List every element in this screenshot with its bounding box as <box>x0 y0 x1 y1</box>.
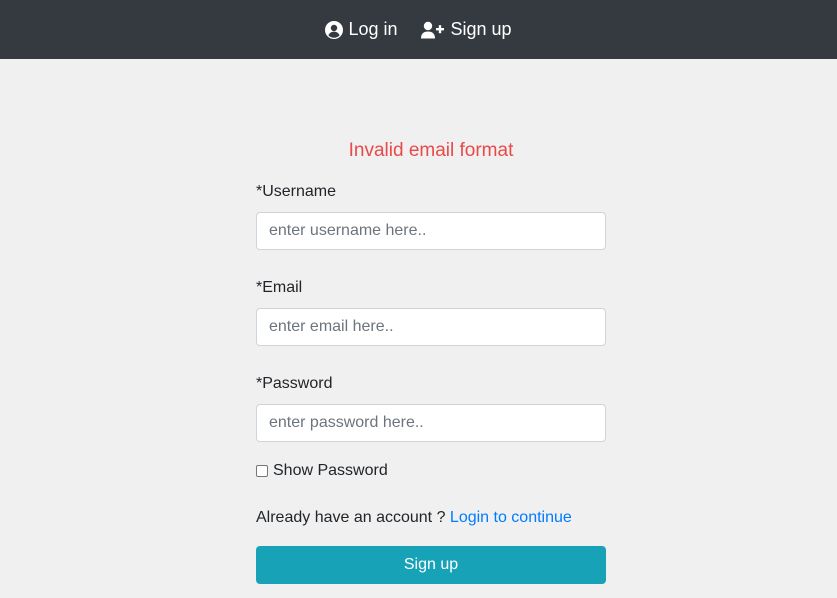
nav-login-label: Log in <box>348 19 398 39</box>
email-label: *Email <box>256 279 303 296</box>
account-prompt-line: Already have an account ? Login to conti… <box>256 507 606 529</box>
username-input[interactable] <box>256 212 606 250</box>
error-message: Invalid email format <box>348 140 514 161</box>
top-navbar: Log in Sign up <box>0 0 837 59</box>
nav-login-link[interactable]: Log in <box>325 19 397 40</box>
show-password-label[interactable]: Show Password <box>273 462 388 480</box>
signup-form: Invalid email format *Username *Email *P… <box>256 136 606 584</box>
nav-signup-link[interactable]: Sign up <box>421 19 512 40</box>
signup-submit-button[interactable]: Sign up <box>256 546 606 584</box>
username-label: *Username <box>256 183 337 200</box>
password-label: *Password <box>256 375 333 392</box>
account-prompt-text: Already have an account ? <box>256 509 446 526</box>
password-input[interactable] <box>256 404 606 442</box>
show-password-row: Show Password <box>256 461 606 481</box>
show-password-checkbox[interactable] <box>256 465 268 477</box>
login-to-continue-link[interactable]: Login to continue <box>450 509 572 526</box>
user-plus-icon <box>421 21 450 39</box>
email-input[interactable] <box>256 308 606 346</box>
user-circle-icon <box>325 20 348 39</box>
nav-signup-label: Sign up <box>450 19 512 39</box>
